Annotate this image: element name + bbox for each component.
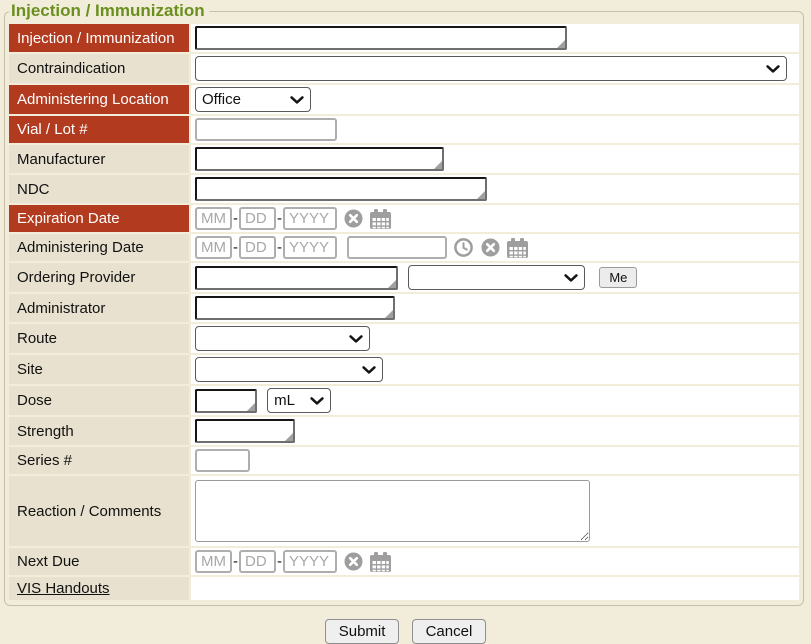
table-row: NDC xyxy=(9,175,799,203)
next-due-month-input[interactable] xyxy=(195,550,232,573)
administering-time-input[interactable] xyxy=(347,236,447,259)
next-due-day-input[interactable] xyxy=(239,550,276,573)
calendar-icon[interactable] xyxy=(370,552,391,572)
contraindication-label: Contraindication xyxy=(9,54,189,83)
vial-lot-label: Vial / Lot # xyxy=(9,116,189,143)
table-row: Series # xyxy=(9,447,799,474)
calendar-icon[interactable] xyxy=(370,209,391,229)
administrator-label: Administrator xyxy=(9,294,189,322)
ndc-label: NDC xyxy=(9,175,189,203)
table-row: Strength xyxy=(9,417,799,445)
table-row: Route xyxy=(9,324,799,353)
ordering-provider-label: Ordering Provider xyxy=(9,263,189,292)
strength-input[interactable] xyxy=(195,419,295,443)
table-row: Administrator xyxy=(9,294,799,322)
contraindication-select-wrap xyxy=(195,56,787,81)
table-row: Site xyxy=(9,355,799,384)
table-row: Vial / Lot # xyxy=(9,116,799,143)
ordering-provider-input[interactable] xyxy=(195,266,398,290)
vis-handouts-link[interactable]: VIS Handouts xyxy=(17,580,110,597)
table-row: Dose mL xyxy=(9,386,799,415)
injection-input[interactable] xyxy=(195,26,567,50)
me-button[interactable]: Me xyxy=(599,267,637,288)
dose-unit-select-wrap: mL xyxy=(267,388,331,413)
route-select-wrap xyxy=(195,326,370,351)
table-row: Ordering Provider Me xyxy=(9,263,799,292)
table-row: Administering Date -- xyxy=(9,234,799,261)
page-title: Injection / Immunization xyxy=(9,1,209,21)
administering-month-input[interactable] xyxy=(195,236,232,259)
administering-day-input[interactable] xyxy=(239,236,276,259)
submit-button[interactable]: Submit xyxy=(325,619,400,644)
injection-form-frame: Injection / Immunization Injection / Imm… xyxy=(4,1,804,606)
expiration-month-input[interactable] xyxy=(195,207,232,230)
table-row: Injection / Immunization xyxy=(9,24,799,52)
administering-location-select-wrap: Office xyxy=(195,87,311,112)
table-row: Next Due -- xyxy=(9,548,799,575)
table-row: VIS Handouts xyxy=(9,577,799,600)
reaction-comments-label: Reaction / Comments xyxy=(9,476,189,546)
clear-icon[interactable] xyxy=(344,209,363,228)
series-label: Series # xyxy=(9,447,189,474)
expiration-year-input[interactable] xyxy=(283,207,337,230)
calendar-icon[interactable] xyxy=(507,238,528,258)
injection-label: Injection / Immunization xyxy=(9,24,189,52)
administering-location-select[interactable]: Office xyxy=(195,87,311,112)
dose-unit-select[interactable]: mL xyxy=(267,388,331,413)
administering-date-label: Administering Date xyxy=(9,234,189,261)
site-select[interactable] xyxy=(195,357,383,382)
dose-label: Dose xyxy=(9,386,189,415)
table-row: Manufacturer xyxy=(9,145,799,173)
next-due-year-input[interactable] xyxy=(283,550,337,573)
ordering-provider-select[interactable] xyxy=(408,265,585,290)
series-input[interactable] xyxy=(195,449,250,472)
injection-form-table: Injection / Immunization Contraindicatio… xyxy=(7,22,801,602)
site-select-wrap xyxy=(195,357,383,382)
clock-icon[interactable] xyxy=(454,238,473,257)
manufacturer-input[interactable] xyxy=(195,147,444,171)
expiration-date-label: Expiration Date xyxy=(9,205,189,232)
vis-handouts-value xyxy=(191,577,799,600)
administering-location-label: Administering Location xyxy=(9,85,189,114)
vial-lot-input[interactable] xyxy=(195,118,337,141)
ordering-provider-select-wrap xyxy=(408,265,585,290)
form-actions: Submit Cancel xyxy=(0,619,811,644)
clear-icon[interactable] xyxy=(481,238,500,257)
contraindication-select[interactable] xyxy=(195,56,787,81)
vis-handouts-cell: VIS Handouts xyxy=(9,577,189,600)
manufacturer-label: Manufacturer xyxy=(9,145,189,173)
administrator-input[interactable] xyxy=(195,296,395,320)
table-row: Reaction / Comments xyxy=(9,476,799,546)
table-row: Contraindication xyxy=(9,54,799,83)
route-label: Route xyxy=(9,324,189,353)
administering-year-input[interactable] xyxy=(283,236,337,259)
table-row: Administering Location Office xyxy=(9,85,799,114)
next-due-label: Next Due xyxy=(9,548,189,575)
site-label: Site xyxy=(9,355,189,384)
route-select[interactable] xyxy=(195,326,370,351)
injection-input-wrap xyxy=(195,26,567,50)
cancel-button[interactable]: Cancel xyxy=(412,619,487,644)
expiration-day-input[interactable] xyxy=(239,207,276,230)
clear-icon[interactable] xyxy=(344,552,363,571)
dose-input[interactable] xyxy=(195,389,257,413)
strength-label: Strength xyxy=(9,417,189,445)
ndc-input[interactable] xyxy=(195,177,487,201)
reaction-comments-textarea[interactable] xyxy=(195,480,590,542)
table-row: Expiration Date -- xyxy=(9,205,799,232)
